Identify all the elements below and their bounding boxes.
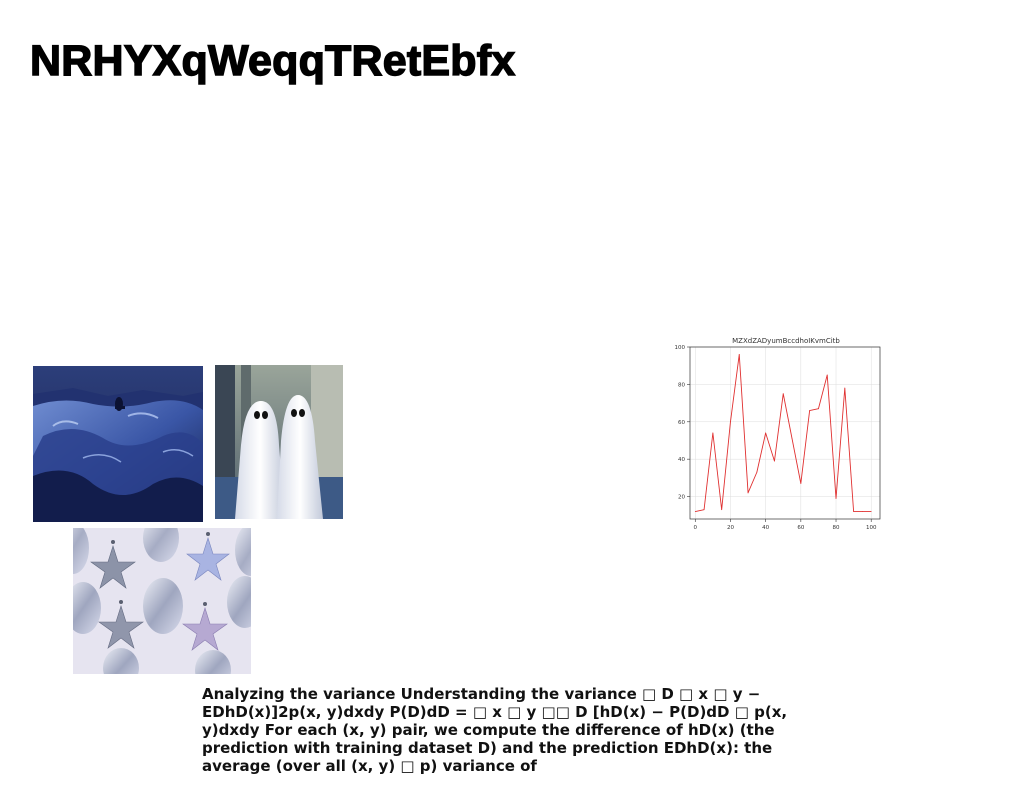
x-tick-label: 80 xyxy=(833,525,840,531)
data-point xyxy=(844,387,846,389)
line-chart: MZXdZADyumBccdhoIKvmCitb 0 20 40 60 80 100 20 4… xyxy=(660,333,890,533)
data-point xyxy=(809,410,811,411)
data-point xyxy=(738,354,740,355)
data-point xyxy=(853,511,855,512)
y-tick-label: 100 xyxy=(675,345,686,351)
data-point xyxy=(774,460,775,462)
star-ornaments-image xyxy=(73,528,251,674)
x-tick-label: 0 xyxy=(694,525,698,531)
series-line xyxy=(695,354,872,512)
data-point xyxy=(730,421,731,423)
data-point xyxy=(818,408,819,410)
data-point xyxy=(765,432,767,434)
data-point xyxy=(800,483,802,484)
y-tick-label: 40 xyxy=(678,457,685,463)
data-point xyxy=(712,432,714,434)
x-tick-label: 20 xyxy=(727,525,734,531)
data-point xyxy=(703,509,705,511)
y-tick-label: 20 xyxy=(678,495,685,501)
ghost-costumes-image xyxy=(215,365,343,519)
data-point xyxy=(782,393,784,395)
data-point xyxy=(835,498,837,499)
data-point xyxy=(826,374,828,376)
x-tick-label: 40 xyxy=(762,525,769,531)
chart-series-group xyxy=(694,354,872,512)
data-point xyxy=(694,511,696,512)
data-point xyxy=(747,492,749,494)
x-tick-label: 60 xyxy=(797,525,804,531)
data-point xyxy=(862,511,863,512)
data-point xyxy=(721,509,723,511)
snowy-mountain-image xyxy=(33,366,203,522)
data-point xyxy=(791,438,793,440)
chart-title: MZXdZADyumBccdhoIKvmCitb xyxy=(732,337,840,345)
chart-plot-frame xyxy=(689,346,881,520)
data-point xyxy=(870,511,872,512)
line-chart-svg: MZXdZADyumBccdhoIKvmCitb 0 20 40 60 80 100 20 4… xyxy=(675,337,881,531)
chart-grid xyxy=(690,346,880,519)
y-tick-label: 80 xyxy=(678,382,685,388)
y-tick-label: 60 xyxy=(678,420,685,426)
data-point xyxy=(756,471,758,473)
x-tick-label: 100 xyxy=(866,525,877,531)
page-title: NRHYXqWeqqTRetEbfx xyxy=(29,36,516,85)
body-paragraph: Analyzing the variance Understanding the… xyxy=(202,685,788,775)
